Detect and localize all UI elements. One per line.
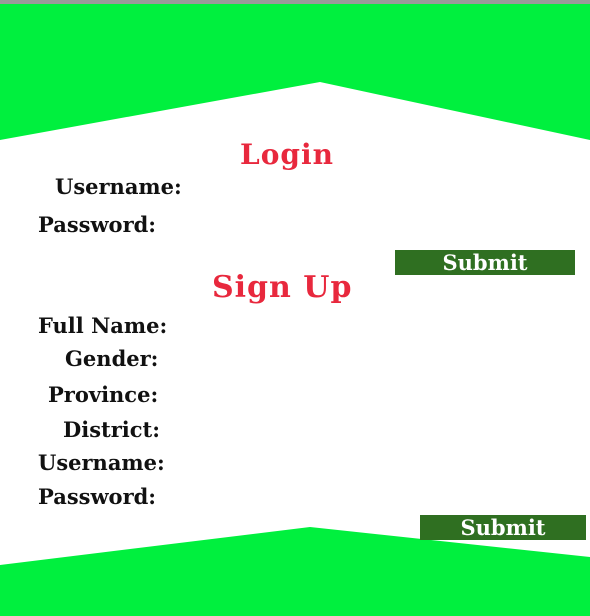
signup-full-name-label: Full Name: <box>38 313 168 338</box>
signup-username-label: Username: <box>38 450 165 475</box>
signup-title: Sign Up <box>212 270 353 305</box>
login-username-label: Username: <box>55 174 182 199</box>
header-banner <box>0 4 590 140</box>
signup-password-label: Password: <box>38 484 157 509</box>
signup-submit-button[interactable]: Submit <box>420 515 586 540</box>
signup-district-label: District: <box>63 417 160 442</box>
login-title: Login <box>240 138 334 171</box>
signup-gender-label: Gender: <box>65 346 159 371</box>
signup-province-label: Province: <box>48 382 159 407</box>
login-submit-button[interactable]: Submit <box>395 250 575 275</box>
login-password-label: Password: <box>38 212 157 237</box>
